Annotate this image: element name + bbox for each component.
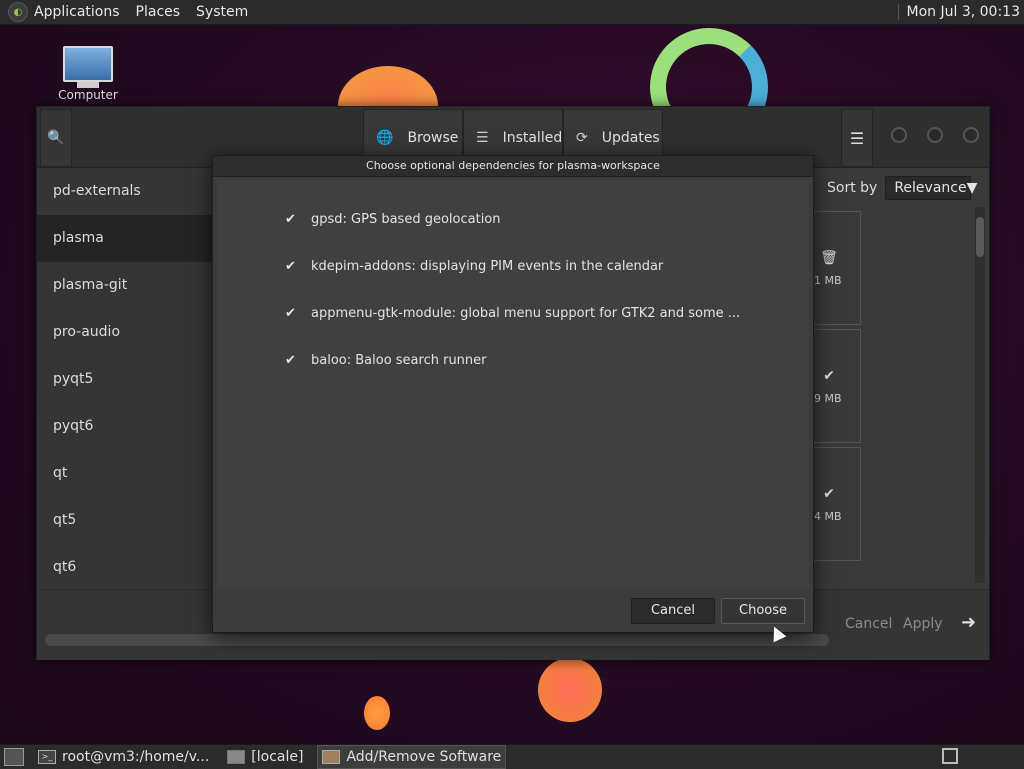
- apply-button[interactable]: Apply: [903, 610, 943, 638]
- dependency-label: gpsd: GPS based geolocation: [311, 212, 501, 227]
- cancel-transaction-button[interactable]: Cancel: [845, 610, 892, 638]
- chevron-down-icon: ▼: [966, 180, 978, 196]
- scrollbar-thumb[interactable]: [976, 217, 984, 257]
- show-desktop-button[interactable]: [4, 748, 24, 766]
- checkmark-icon[interactable]: ✔: [285, 298, 301, 330]
- sidebar-item-pd-externals[interactable]: pd-externals: [37, 168, 213, 215]
- top-panel: ◐ Applications Places System Mon Jul 3, …: [0, 0, 1024, 25]
- taskbar-item-add-remove-software[interactable]: Add/Remove Software: [317, 745, 507, 769]
- hamburger-menu-button[interactable]: ☰: [841, 109, 873, 167]
- desktop-icon-computer[interactable]: Computer: [56, 46, 120, 102]
- list-icon: ☰: [476, 130, 489, 146]
- clock[interactable]: Mon Jul 3, 00:13: [897, 4, 1020, 20]
- checkmark-icon[interactable]: ✔: [285, 345, 301, 377]
- distro-logo-icon[interactable]: ◐: [8, 2, 28, 22]
- sort-dropdown[interactable]: Relevance ▼: [885, 176, 977, 200]
- package-size: 1 MB: [814, 274, 842, 287]
- search-button[interactable]: 🔍: [40, 109, 72, 167]
- places-menu[interactable]: Places: [136, 4, 181, 20]
- dialog-title: Choose optional dependencies for plasma-…: [213, 156, 813, 177]
- package-card[interactable]: ✔ 9 MB: [813, 329, 861, 443]
- sort-label: Sort by: [827, 180, 878, 196]
- checkmark-icon[interactable]: ✔: [285, 251, 301, 283]
- search-icon: 🔍: [47, 130, 65, 146]
- trash-icon[interactable]: 🗑: [814, 250, 844, 266]
- package-card[interactable]: 🗑 1 MB: [813, 211, 861, 325]
- sidebar-item-qt[interactable]: qt: [37, 450, 213, 497]
- sidebar-item-pyqt5[interactable]: pyqt5: [37, 356, 213, 403]
- sidebar-item-qt5[interactable]: qt5: [37, 497, 213, 544]
- sort-bar: Sort by Relevance ▼: [827, 175, 977, 201]
- taskbar-item-terminal[interactable]: >_ root@vm3:/home/v...: [34, 746, 213, 768]
- minimize-button[interactable]: [891, 127, 907, 143]
- terminal-icon: >_: [38, 750, 56, 764]
- list-item[interactable]: ✔ kdepim-addons: displaying PIM events i…: [217, 251, 809, 298]
- dependency-label: appmenu-gtk-module: global menu support …: [311, 306, 741, 321]
- checkmark-icon[interactable]: ✔: [285, 204, 301, 236]
- vertical-scrollbar[interactable]: [975, 207, 985, 583]
- dependency-list: ✔ gpsd: GPS based geolocation ✔ kdepim-a…: [217, 180, 809, 588]
- hamburger-icon: ☰: [849, 128, 865, 148]
- list-item[interactable]: ✔ baloo: Baloo search runner: [217, 345, 809, 392]
- dependency-label: kdepim-addons: displaying PIM events in …: [311, 259, 664, 274]
- desktop-icon-label: Computer: [58, 88, 118, 102]
- dependency-label: baloo: Baloo search runner: [311, 353, 487, 368]
- taskbar-item-label: [locale]: [251, 749, 304, 765]
- sidebar-item-plasma[interactable]: plasma: [37, 215, 213, 262]
- sidebar-item-qt6[interactable]: qt6: [37, 544, 213, 591]
- package-card[interactable]: ✔ 4 MB: [813, 447, 861, 561]
- cancel-button[interactable]: Cancel: [631, 598, 715, 624]
- applications-menu[interactable]: Applications: [34, 4, 120, 20]
- maximize-button[interactable]: [927, 127, 943, 143]
- package-size: 4 MB: [814, 510, 842, 523]
- check-icon[interactable]: ✔: [814, 486, 844, 502]
- software-icon: [322, 750, 341, 764]
- workspace-switcher[interactable]: [942, 748, 958, 764]
- list-item[interactable]: ✔ appmenu-gtk-module: global menu suppor…: [217, 298, 809, 345]
- taskbar: >_ root@vm3:/home/v... [locale] Add/Remo…: [0, 744, 1024, 769]
- horizontal-scrollbar[interactable]: [45, 634, 829, 646]
- sidebar-item-pro-audio[interactable]: pro-audio: [37, 309, 213, 356]
- tab-updates-label: Updates: [601, 130, 660, 146]
- globe-icon: 🌐: [376, 130, 394, 146]
- close-button[interactable]: [963, 127, 979, 143]
- tab-installed-label: Installed: [502, 130, 563, 146]
- taskbar-item-label: root@vm3:/home/v...: [62, 749, 210, 765]
- arrow-right-icon[interactable]: ➜: [961, 612, 976, 633]
- sidebar-item-plasma-git[interactable]: plasma-git: [37, 262, 213, 309]
- orange-blob-bottom: [538, 658, 602, 722]
- sort-value: Relevance: [894, 180, 967, 196]
- optional-dependencies-dialog: Choose optional dependencies for plasma-…: [212, 155, 814, 633]
- folder-icon: [227, 750, 246, 764]
- taskbar-item-label: Add/Remove Software: [346, 749, 502, 765]
- category-sidebar: pd-externals plasma plasma-git pro-audio…: [37, 168, 213, 588]
- sidebar-item-pyqt6[interactable]: pyqt6: [37, 403, 213, 450]
- check-icon[interactable]: ✔: [814, 368, 844, 384]
- package-size: 9 MB: [814, 392, 842, 405]
- refresh-icon: ⟳: [576, 130, 588, 146]
- computer-icon: [63, 46, 113, 82]
- choose-button[interactable]: Choose: [721, 598, 805, 624]
- system-menu[interactable]: System: [196, 4, 248, 20]
- taskbar-item-locale[interactable]: [locale]: [223, 746, 307, 768]
- small-orange-blob: [364, 696, 390, 730]
- list-item[interactable]: ✔ gpsd: GPS based geolocation: [217, 204, 809, 251]
- tab-browse-label: Browse: [407, 130, 459, 146]
